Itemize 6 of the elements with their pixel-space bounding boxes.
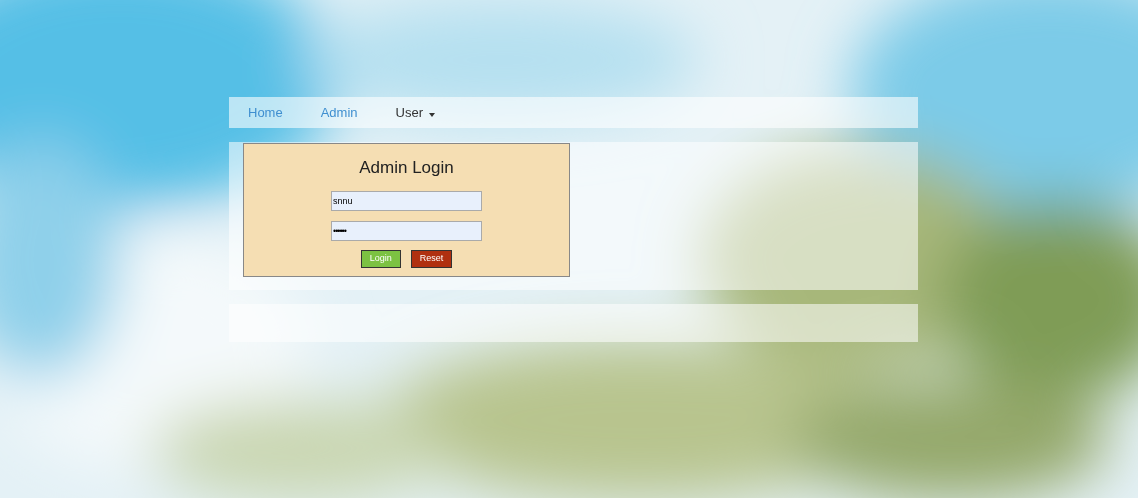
caret-icon xyxy=(429,113,435,117)
username-field[interactable]: snnu xyxy=(331,190,482,211)
user-menu[interactable]: User xyxy=(395,102,435,123)
password-field[interactable]: •••••• xyxy=(331,220,482,241)
login-title: Admin Login xyxy=(359,157,454,179)
reset-button[interactable]: Reset xyxy=(410,249,453,268)
